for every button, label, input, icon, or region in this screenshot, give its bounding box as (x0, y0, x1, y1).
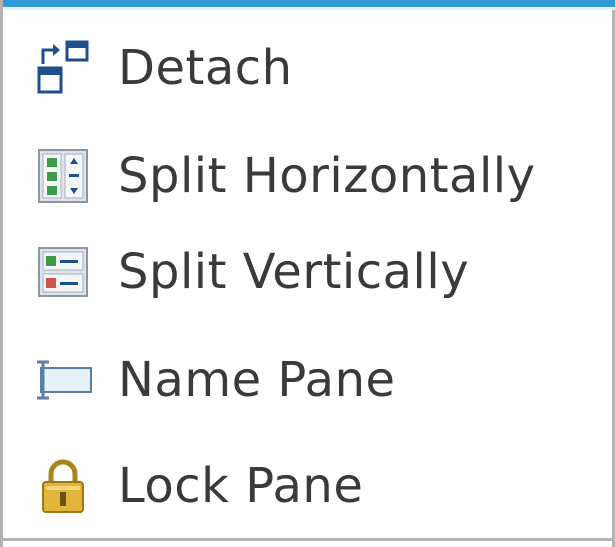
menu-item-label: Name Pane (118, 352, 396, 408)
lock-icon (33, 456, 93, 516)
context-menu: Detach Split Horizontally Split Vertical… (0, 0, 615, 547)
menu-item-label: Lock Pane (118, 458, 364, 514)
menu-top-accent (3, 0, 615, 7)
split-vertical-icon (33, 242, 93, 302)
menu-item-label: Split Vertically (118, 244, 470, 300)
menu-item-label: Split Horizontally (118, 148, 536, 204)
detach-icon (33, 38, 93, 98)
menu-item-lock-pane[interactable]: Lock Pane (3, 432, 615, 540)
menu-item-detach[interactable]: Detach (3, 14, 615, 122)
menu-item-split-vertically[interactable]: Split Vertically (3, 218, 615, 326)
split-horizontal-icon (33, 146, 93, 206)
name-pane-icon (33, 350, 93, 410)
menu-item-label: Detach (118, 40, 293, 96)
menu-bottom-separator (3, 538, 615, 541)
menu-top-highlight (3, 7, 615, 10)
menu-item-split-horizontally[interactable]: Split Horizontally (3, 122, 615, 230)
menu-item-name-pane[interactable]: Name Pane (3, 326, 615, 434)
